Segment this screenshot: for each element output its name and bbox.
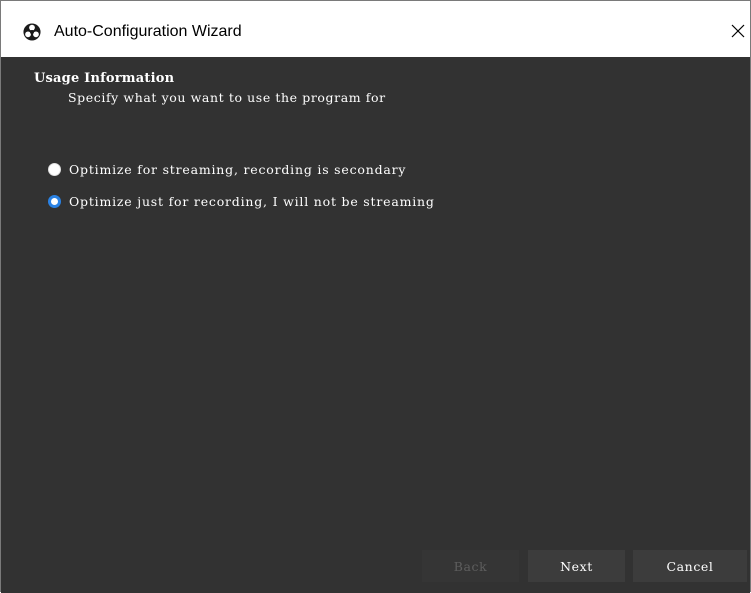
close-button[interactable] xyxy=(726,11,750,51)
page-subtitle: Specify what you want to use the program… xyxy=(68,90,386,105)
option-streaming[interactable]: Optimize for streaming, recording is sec… xyxy=(48,160,406,178)
option-recording-label[interactable]: Optimize just for recording, I will not … xyxy=(69,194,435,209)
radio-streaming[interactable] xyxy=(48,162,61,176)
window-title: Auto-Configuration Wizard xyxy=(54,23,242,40)
wizard-window: Auto-Configuration Wizard Usage Informat… xyxy=(0,0,751,593)
radio-recording[interactable] xyxy=(48,194,61,208)
title-bar[interactable]: Auto-Configuration Wizard xyxy=(1,1,750,57)
back-button[interactable]: Back xyxy=(422,550,519,582)
wizard-content: Usage Information Specify what you want … xyxy=(1,57,750,593)
option-streaming-label[interactable]: Optimize for streaming, recording is sec… xyxy=(69,162,406,177)
close-icon xyxy=(731,24,745,38)
next-button[interactable]: Next xyxy=(528,550,625,582)
obs-logo-icon xyxy=(23,23,41,41)
page-title: Usage Information xyxy=(34,71,175,86)
option-recording[interactable]: Optimize just for recording, I will not … xyxy=(48,192,435,210)
cancel-button[interactable]: Cancel xyxy=(633,550,747,582)
